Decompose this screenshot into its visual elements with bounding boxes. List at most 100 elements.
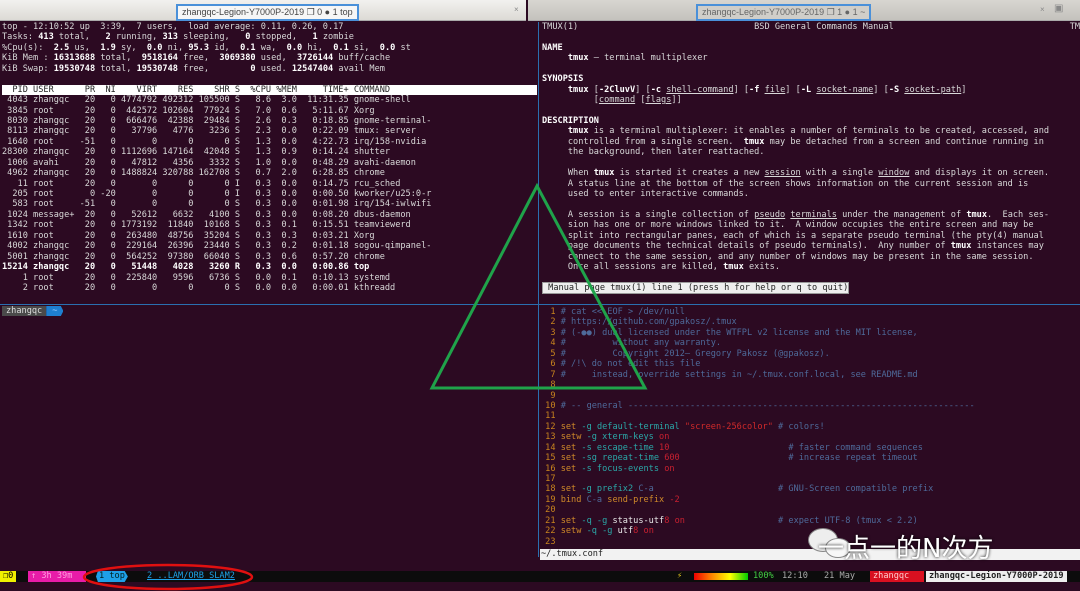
vim-editor-pane[interactable]: 1 # cat << EOF > /dev/null 2 # https://g… [540, 307, 1080, 557]
text-line: 16 set -s focus-events on [540, 464, 1080, 474]
text-segment: Once all sessions are killed, [542, 262, 724, 273]
shell-pane[interactable]: zhangqc ~ [0, 306, 537, 556]
text-segment: 4043 zhangqc 20 0 4774792 492312 105500 … [2, 95, 411, 106]
text-line: 6 # /!\ do not edit this file [540, 359, 1080, 369]
vim-statusline: ~/.tmux.conf [540, 549, 1080, 560]
pane-divider-right[interactable] [539, 304, 1080, 305]
text-segment: sion has one or more windows linked to i… [542, 220, 1034, 231]
text-segment: ] [ [635, 84, 651, 95]
text-line: 1640 root -51 0 0 0 0 S 1.3 0.0 4:22.73 … [2, 137, 537, 147]
window-tab-2[interactable]: 2 ..LAM/ORB_SLAM2 [144, 571, 238, 582]
text-segment: 23 [540, 536, 561, 547]
text-segment: 14 [540, 442, 561, 453]
close-icon[interactable]: × [1040, 5, 1045, 14]
text-segment: -s escape-time [576, 442, 654, 453]
text-segment: 20 [540, 505, 561, 516]
text-line: 8113 zhangqc 20 0 37796 4776 3236 S 2.3 … [2, 126, 537, 136]
man-page-pane[interactable]: TMUX(1) BSD General Commands Manual TMUX… [540, 22, 1080, 303]
pane-divider-vertical[interactable] [538, 22, 539, 557]
text-line: KiB Swap: 19530748 total, 19530748 free,… [2, 64, 537, 74]
text-line: 205 root 0 -20 0 0 0 I 0.3 0.0 0:00.50 k… [2, 189, 537, 199]
text-segment: free, [177, 53, 220, 64]
terminal-titlebar-left: zhangqc-Legion-Y7000P-2019 ❐ 0 ● 1 top × [0, 0, 526, 21]
text-segment: 1610 root 20 0 263480 48756 35204 S 0.3 … [2, 230, 375, 241]
text-line: 11 root 20 0 0 0 0 I 0.3 0.0 0:14.75 rcu… [2, 179, 537, 189]
text-segment: 1 [540, 307, 561, 317]
text-segment: -sg repeat-time [576, 453, 660, 464]
text-segment: 19530748 [136, 63, 178, 74]
tab-title-left[interactable]: zhangqc-Legion-Y7000P-2019 ❐ 0 ● 1 top [176, 4, 359, 21]
text-line [542, 64, 1080, 74]
top-process-pane[interactable]: top - 12:10:52 up 3:39, 7 users, load av… [0, 22, 537, 304]
text-segment: 2 [540, 317, 561, 328]
text-line: tmux is a terminal multiplexer: it enabl… [542, 126, 1080, 136]
text-segment: running, [110, 32, 163, 43]
text-segment: 1342 root 20 0 1773192 11840 10168 S 0.3… [2, 220, 411, 231]
text-segment: 3 [540, 327, 561, 338]
watermark-text: 一点一的N次方 [818, 534, 994, 564]
text-line: 5001 zhangqc 20 0 564252 97380 66040 S 0… [2, 252, 537, 262]
text-segment: on [659, 463, 675, 474]
text-segment: C-a [581, 494, 603, 505]
prompt-dir: ~ [46, 306, 64, 316]
text-segment: on [653, 432, 670, 443]
text-segment: [ [635, 95, 646, 106]
text-segment: 15 [540, 453, 561, 464]
text-segment: 8113 zhangqc 20 0 37796 4776 3236 S 2.3 … [2, 126, 416, 137]
text-segment: is started it creates a new [614, 168, 765, 179]
terminal-icon[interactable]: ▣ [1054, 3, 1063, 14]
text-line: 2 root 20 0 0 0 0 S 0.0 0.0 0:00.01 kthr… [2, 283, 537, 293]
text-line: 17 [540, 474, 1080, 484]
text-segment: 95.3 [188, 42, 210, 53]
text-segment: sy, [115, 42, 147, 53]
text-line: 9 [540, 391, 1080, 401]
pane-divider-left[interactable] [0, 304, 538, 305]
text-segment: A status line at the bottom of the scree… [542, 178, 1029, 189]
text-segment [542, 53, 568, 63]
text-segment: -g xterm-keys [581, 432, 654, 443]
text-segment: tmux [743, 136, 765, 147]
text-line: 7 # instead, override settings in ~/.tmu… [540, 370, 1080, 380]
text-segment: -c [650, 84, 662, 95]
text-segment: avail Mem [333, 63, 385, 74]
text-segment: connect to the same session, and any num… [542, 251, 1034, 262]
text-segment: SYNOPSIS [542, 74, 584, 85]
status-user: zhangqc [870, 571, 924, 582]
text-line: 14 set -s escape-time 10 # faster comman… [540, 443, 1080, 453]
tab-title-right[interactable]: zhangqc-Legion-Y7000P-2019 ❐ 1 ● 1 ~ [696, 4, 872, 21]
text-line: Manual page tmux(1) line 1 (press h for … [542, 281, 1080, 294]
close-icon[interactable]: × [514, 5, 519, 14]
text-segment: ] [ [733, 84, 750, 95]
text-segment: -q -g [576, 515, 613, 526]
window-tab-active[interactable]: 1 top [96, 571, 128, 582]
text-segment: 4 [540, 338, 561, 349]
text-segment: terminals [790, 209, 837, 220]
text-segment: -s focus-events [576, 463, 660, 474]
text-segment: used. [255, 63, 292, 74]
text-segment: 8 [540, 380, 561, 391]
uptime: ↑ 3h 39m [28, 571, 86, 582]
battery-bar [694, 573, 748, 580]
text-line: 4043 zhangqc 20 0 4774792 492312 105500 … [2, 95, 537, 105]
text-line: split into rectangular panes, each of wh… [542, 231, 1080, 241]
text-line: DESCRIPTION [542, 116, 1080, 126]
text-segment: on [638, 526, 654, 537]
text-segment: . Each ses- [987, 209, 1050, 220]
text-segment: -f [749, 84, 760, 95]
text-segment: wa, [255, 42, 287, 53]
text-segment: 4002 zhangqc 20 0 229164 26396 23440 S 0… [2, 241, 432, 252]
text-segment: setw [560, 526, 582, 537]
text-line: top - 12:10:52 up 3:39, 7 users, load av… [2, 22, 537, 32]
text-segment: 0.0 [286, 42, 303, 53]
text-line: controlled from a single screen. tmux ma… [542, 137, 1080, 147]
tmux-status-bar: ❐0 ↑ 3h 39m 1 top 2 ..LAM/ORB_SLAM2 ⚡ 10… [0, 571, 1080, 582]
text-segment: # instead, override settings in ~/.tmux.… [560, 369, 918, 380]
text-segment: window [878, 168, 910, 179]
text-line: 15 set -sg repeat-time 600 # increase re… [540, 453, 1080, 463]
text-line: Once all sessions are killed, tmux exits… [542, 262, 1080, 272]
text-segment: 4962 zhangqc 20 0 1488824 320788 162708 … [2, 168, 385, 179]
text-segment: total, [95, 63, 137, 74]
text-line: 11 [540, 411, 1080, 421]
text-segment: [ [542, 95, 599, 106]
text-segment [542, 85, 568, 95]
